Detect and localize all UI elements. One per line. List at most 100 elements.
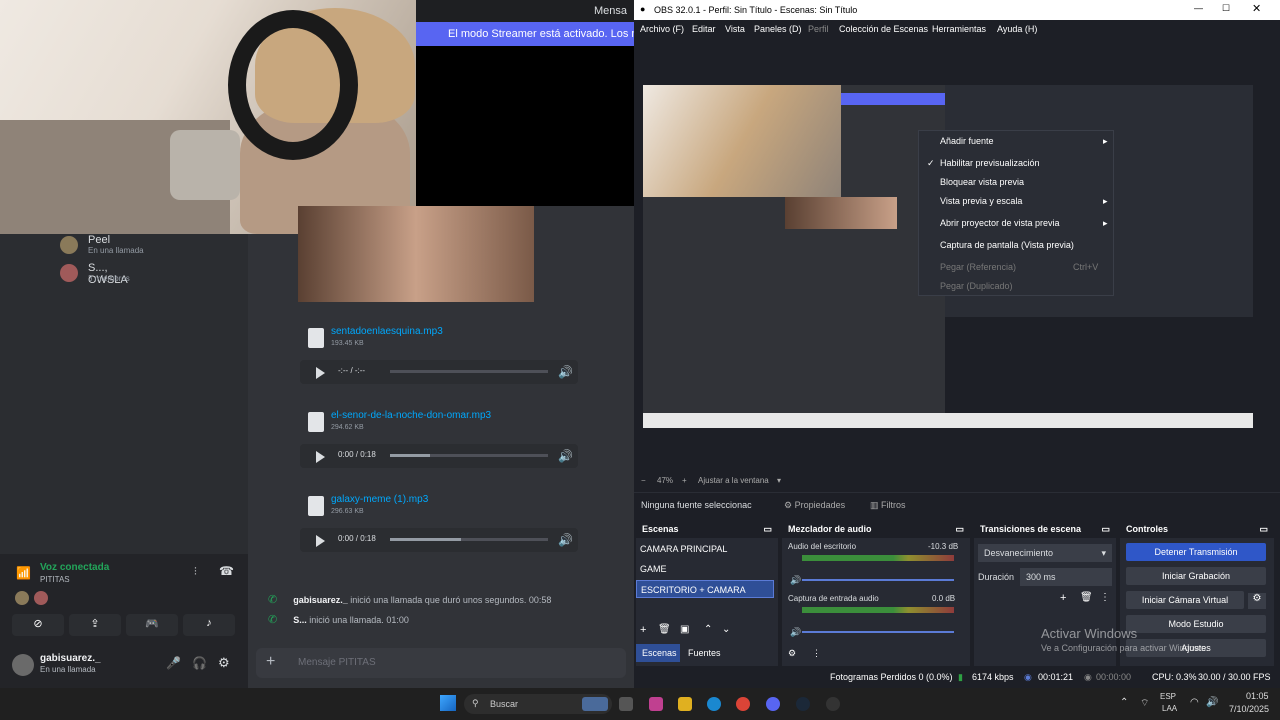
chat-video-embed[interactable]	[298, 206, 534, 302]
menu-editar[interactable]: Editar	[692, 24, 716, 34]
menu-perfil[interactable]: Perfil	[808, 24, 829, 34]
play-icon[interactable]	[316, 367, 325, 379]
menu-item-add-source[interactable]: Añadir fuente	[940, 136, 994, 152]
voice-channel[interactable]: PITITAS	[40, 575, 70, 584]
network-icon[interactable]: ⌔	[1140, 697, 1149, 710]
play-icon[interactable]	[316, 451, 325, 463]
discord-icon[interactable]	[766, 697, 780, 711]
gear-icon[interactable]: ⚙	[218, 655, 230, 671]
studio-mode-button[interactable]: Modo Estudio	[1126, 615, 1266, 633]
menu-vista[interactable]: Vista	[725, 24, 745, 34]
file-name-link[interactable]: el-senor-de-la-noche-don-omar.mp3	[331, 410, 491, 421]
soundboard-button[interactable]: ♪	[183, 614, 235, 636]
fit-to-window[interactable]: Ajustar a la ventana	[698, 476, 769, 485]
minimize-icon[interactable]: —	[1194, 3, 1203, 13]
chevron-up-icon[interactable]: ⌃	[704, 624, 712, 635]
speaker-icon[interactable]: 🔊	[790, 575, 801, 586]
dock-float-icon[interactable]: ▭	[1101, 524, 1110, 535]
clock-time[interactable]: 01:05	[1246, 691, 1269, 701]
chevron-down-icon[interactable]: ⌄	[722, 624, 730, 635]
trash-icon[interactable]: 🗑	[658, 624, 671, 635]
screen-share-button[interactable]: ⇪	[69, 614, 121, 636]
chrome-icon[interactable]	[736, 697, 750, 711]
gear-icon[interactable]: ⚙	[1248, 593, 1266, 609]
folder-icon[interactable]	[678, 697, 692, 711]
more-icon[interactable]: ⋮	[1100, 592, 1110, 603]
properties-button[interactable]: ⚙ Propiedades	[784, 500, 845, 511]
speaker-icon[interactable]: 🔊	[790, 627, 801, 638]
seek-bar[interactable]	[390, 454, 548, 457]
steam-icon[interactable]	[796, 697, 810, 711]
file-explorer-icon[interactable]	[619, 697, 633, 711]
noise-icon[interactable]: ⫶	[194, 566, 197, 579]
trash-icon[interactable]: 🗑	[1080, 592, 1093, 603]
file-name-link[interactable]: sentadoenlaesquina.mp3	[331, 326, 443, 337]
menu-item-preview-scale[interactable]: Vista previa y escala	[940, 196, 1022, 212]
obs-icon[interactable]	[826, 697, 840, 711]
duration-input[interactable]: 300 ms	[1020, 568, 1112, 586]
virtual-camera-button[interactable]: Iniciar Cámara Virtual	[1126, 591, 1244, 609]
scene-item[interactable]: GAME	[636, 560, 774, 578]
volume-icon[interactable]: 🔊	[558, 533, 573, 547]
tab-sources[interactable]: Fuentes	[688, 648, 721, 658]
scene-item[interactable]: CAMARA PRINCIPAL	[636, 540, 774, 558]
volume-icon[interactable]: 🔊	[558, 449, 573, 463]
add-icon[interactable]: +	[640, 624, 646, 636]
volume-icon[interactable]: 🔊	[1206, 697, 1218, 708]
wifi-icon[interactable]: ◠	[1190, 697, 1199, 708]
disconnect-icon[interactable]: ☎	[219, 564, 234, 578]
volume-slider[interactable]	[802, 579, 954, 581]
maximize-icon[interactable]: ☐	[1222, 3, 1230, 14]
headset-icon[interactable]: 🎧	[192, 656, 207, 670]
seek-bar[interactable]	[390, 538, 548, 541]
menu-paneles[interactable]: Paneles (D)	[754, 24, 802, 34]
chevron-down-icon[interactable]: ▾	[777, 476, 781, 485]
menu-item-paste-ref[interactable]: Pegar (Referencia)	[940, 262, 1016, 278]
add-icon[interactable]: +	[266, 653, 275, 671]
dock-float-icon[interactable]: ▭	[763, 524, 772, 535]
file-name-link[interactable]: galaxy-meme (1).mp3	[331, 494, 428, 505]
voice-status[interactable]: Voz conectada	[40, 562, 109, 573]
menu-coleccion[interactable]: Colección de Escenas	[839, 24, 928, 34]
menu-item-lock-preview[interactable]: Bloquear vista previa	[940, 177, 1024, 193]
filters-button[interactable]: ▥ Filtros	[870, 500, 906, 511]
menu-item-paste-dup[interactable]: Pegar (Duplicado)	[940, 281, 1013, 297]
menu-item-screenshot[interactable]: Captura de pantalla (Vista previa)	[940, 240, 1074, 256]
windows-start-icon[interactable]	[440, 695, 456, 711]
message-user[interactable]: S...	[293, 615, 307, 625]
add-icon[interactable]: +	[1060, 592, 1066, 604]
transition-select[interactable]: Desvanecimiento ▾	[978, 544, 1112, 562]
activities-button[interactable]: 🎮	[126, 614, 178, 636]
chevron-up-icon[interactable]: ⌃	[1120, 697, 1128, 708]
zoom-minus[interactable]: −	[641, 476, 646, 485]
seek-bar[interactable]	[390, 370, 548, 373]
tab-scenes[interactable]: Escenas	[636, 644, 680, 662]
menu-ayuda[interactable]: Ayuda (H)	[997, 24, 1037, 34]
gear-icon[interactable]: ⚙	[788, 648, 796, 659]
volume-icon[interactable]: 🔊	[558, 365, 573, 379]
menu-item-enable-preview[interactable]: Habilitar previsualización	[940, 158, 1040, 174]
widgets-icon[interactable]	[582, 697, 608, 711]
dock-float-icon[interactable]: ▭	[955, 524, 964, 535]
volume-slider[interactable]	[802, 631, 954, 633]
mic-icon[interactable]: 🎤	[166, 656, 181, 670]
start-recording-button[interactable]: Iniciar Grabación	[1126, 567, 1266, 585]
message-composer[interactable]: + Mensaje PITITAS	[256, 648, 626, 678]
more-icon[interactable]: ⋮	[812, 648, 821, 659]
dock-float-icon[interactable]: ▭	[1259, 524, 1268, 535]
keyboard-layout[interactable]: LAA	[1162, 704, 1177, 713]
copilot-icon[interactable]	[649, 697, 663, 711]
stop-stream-button[interactable]: Detener Transmisión	[1126, 543, 1266, 561]
message-user[interactable]: gabisuarez._	[293, 595, 348, 605]
menu-archivo[interactable]: Archivo (F)	[640, 24, 684, 34]
close-icon[interactable]: ✕	[1252, 2, 1261, 15]
menu-item-projector[interactable]: Abrir proyector de vista previa	[940, 218, 1060, 234]
filter-icon[interactable]: ▣	[680, 624, 689, 635]
camera-button[interactable]: ⊘	[12, 614, 64, 636]
menu-herramientas[interactable]: Herramientas	[932, 24, 986, 34]
user-avatar[interactable]	[12, 654, 34, 676]
edge-icon[interactable]	[707, 697, 721, 711]
language-indicator[interactable]: ESP	[1160, 692, 1176, 701]
scene-item[interactable]: ESCRITORIO + CAMARA	[636, 580, 774, 598]
play-icon[interactable]	[316, 535, 325, 547]
